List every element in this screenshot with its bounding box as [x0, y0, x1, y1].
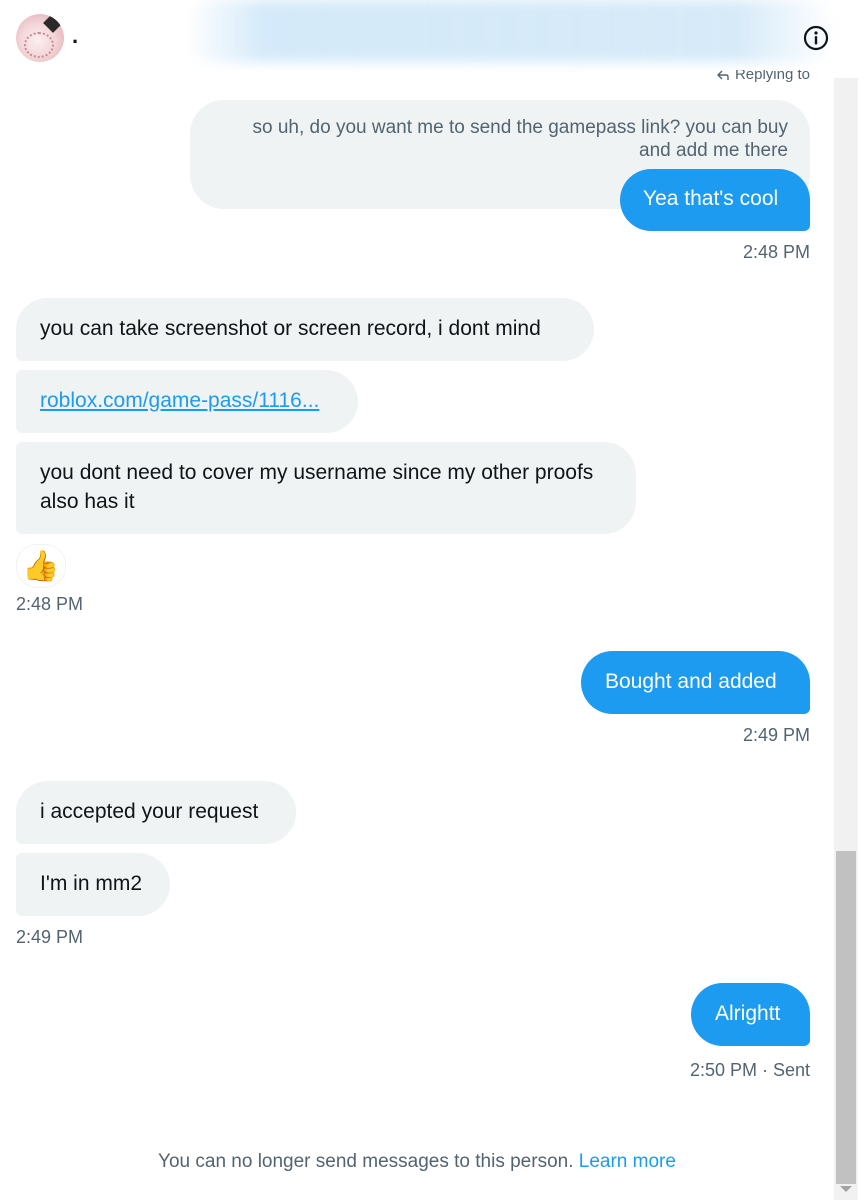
message-bubble-incoming[interactable]: I'm in mm2 — [16, 853, 170, 916]
conversation-header: . — [0, 0, 835, 78]
message-bubble-incoming[interactable]: you dont need to cover my username since… — [16, 442, 636, 534]
avatar[interactable] — [16, 14, 64, 62]
message-timestamp: 2:48 PM — [742, 242, 810, 262]
header-blur-overlay — [185, 0, 835, 62]
messaging-restricted-notice: You can no longer send messages to this … — [0, 1150, 834, 1174]
scrollbar-thumb[interactable] — [836, 851, 856, 1184]
thumbs-up-icon: 👍 — [22, 549, 60, 583]
message-bubble-incoming[interactable]: i accepted your request — [16, 781, 296, 844]
thumbs-up-reaction[interactable]: 👍 — [16, 544, 66, 588]
reply-arrow-icon — [716, 70, 729, 80]
message-bubble-outgoing[interactable]: Alrightt — [691, 983, 810, 1046]
message-bubble-incoming[interactable]: you can take screenshot or screen record… — [16, 298, 594, 361]
message-bubble-outgoing[interactable]: Bought and added — [581, 651, 810, 714]
message-timestamp: 2:49 PM — [742, 725, 810, 745]
learn-more-link[interactable]: Learn more — [579, 1151, 676, 1172]
message-timestamp: 2:48 PM — [16, 594, 84, 614]
message-bubble-outgoing[interactable]: Yea that's cool — [620, 169, 810, 231]
dm-conversation-page: . Replying to so uh, do you want me to s… — [0, 0, 864, 1200]
message-bubble-incoming-link[interactable]: roblox.com/game-pass/1116... — [16, 370, 358, 433]
info-circle-icon — [803, 25, 829, 51]
notice-text: You can no longer send messages to this … — [158, 1151, 579, 1172]
info-button[interactable] — [803, 25, 829, 51]
scroll-down-arrow-icon[interactable] — [840, 1186, 852, 1192]
conversation-username[interactable]: . — [72, 22, 78, 50]
message-timestamp: 2:49 PM — [16, 927, 84, 947]
gamepass-link[interactable]: roblox.com/game-pass/1116... — [40, 389, 319, 412]
quoted-message-text: so uh, do you want me to send the gamepa… — [252, 117, 789, 161]
message-timestamp-sent: 2:50 PM · Sent — [689, 1060, 810, 1080]
